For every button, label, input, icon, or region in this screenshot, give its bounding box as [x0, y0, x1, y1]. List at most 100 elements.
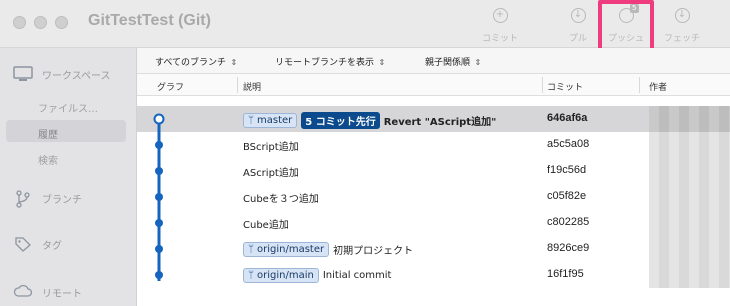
- close-window-button[interactable]: [13, 16, 26, 29]
- branch-filter-label: すべてのブランチ: [155, 58, 227, 68]
- graph-node: [155, 219, 163, 227]
- commit-hash: 8926ce9: [547, 242, 590, 254]
- order-dropdown[interactable]: 親子関係順 ⇕: [425, 55, 481, 68]
- commit-hash: c802285: [547, 216, 590, 228]
- window-controls: [13, 16, 68, 29]
- author-avatar-blurred: [649, 158, 730, 184]
- sidebar-branches[interactable]: ブランチ: [12, 190, 82, 208]
- push-highlight-box: [598, 0, 654, 52]
- commit-description: ᛘ origin/master 初期プロジェクト: [243, 242, 413, 257]
- author-avatar-blurred: [649, 132, 730, 158]
- commit-hash: a5c5a08: [547, 138, 590, 150]
- sidebar-workspace[interactable]: ワークスペース: [12, 66, 111, 82]
- filter-bar: すべてのブランチ ⇕ リモートブランチを表示 ⇕ 親子関係順 ⇕: [137, 48, 730, 74]
- commit-label: コミット: [481, 34, 518, 44]
- sidebar-item-history[interactable]: 履歴: [38, 126, 58, 141]
- workspace-label: ワークスペース: [42, 70, 111, 82]
- chevron-updown-icon: ⇕: [472, 58, 482, 67]
- commit-message: BScript追加: [243, 142, 299, 153]
- minimize-window-button[interactable]: [34, 16, 47, 29]
- commit-row[interactable]: ᛘ master 5 コミット先行 Revert "AScript追加" 646a…: [137, 106, 730, 132]
- branch-tag[interactable]: ᛘ master: [243, 113, 298, 128]
- sidebar-item-search[interactable]: 検索: [38, 152, 58, 167]
- branch-icon: ᛘ: [248, 115, 254, 126]
- fetch-label: フェッチ: [663, 34, 700, 44]
- branch-filter-dropdown[interactable]: すべてのブランチ ⇕: [155, 55, 237, 68]
- column-divider[interactable]: [542, 77, 543, 93]
- chevron-updown-icon: ⇕: [228, 58, 238, 67]
- column-divider[interactable]: [639, 77, 640, 93]
- commit-row[interactable]: ᛘ origin/main Initial commit 16f1f95: [137, 262, 730, 288]
- commit-description: ᛘ master 5 コミット先行 Revert "AScript追加": [243, 112, 496, 129]
- author-column-header[interactable]: 作者: [649, 80, 667, 93]
- author-avatar-blurred: [649, 106, 730, 132]
- remote-filter-dropdown[interactable]: リモートブランチを表示 ⇕: [275, 55, 385, 68]
- cloud-icon: [12, 284, 34, 300]
- branch-icon: ᛘ: [248, 244, 254, 255]
- sidebar-remotes[interactable]: リモート: [12, 284, 82, 300]
- author-avatar-blurred: [649, 210, 730, 236]
- commit-description: ᛘ origin/main Initial commit: [243, 268, 391, 283]
- commit-row[interactable]: Cubeを３つ追加 c05f82e: [137, 184, 730, 210]
- commit-description: Cube追加: [243, 216, 289, 231]
- commit-message: Revert "AScript追加": [383, 117, 497, 128]
- history-panel: すべてのブランチ ⇕ リモートブランチを表示 ⇕ 親子関係順 ⇕ グラフ 説明 …: [137, 48, 730, 306]
- branch-icon: [12, 190, 34, 208]
- branch-icon: ᛘ: [248, 270, 254, 281]
- author-avatar-blurred: [649, 262, 730, 288]
- commit-message: Cubeを３つ追加: [243, 194, 319, 205]
- author-avatar-blurred: [649, 184, 730, 210]
- commit-row[interactable]: Cube追加 c802285: [137, 210, 730, 236]
- commit-button[interactable]: + コミット: [470, 8, 530, 44]
- description-column-header[interactable]: 説明: [243, 80, 261, 93]
- commit-hash: c05f82e: [547, 190, 587, 202]
- fetch-button[interactable]: ↓ フェッチ: [652, 8, 712, 44]
- graph-node: [155, 141, 163, 149]
- branches-label: ブランチ: [42, 194, 82, 206]
- commit-description: Cubeを３つ追加: [243, 190, 319, 205]
- graph-node-head: [153, 113, 165, 125]
- remotes-label: リモート: [42, 288, 82, 300]
- title-bar: GitTestTest (Git) + コミット ↓ プル 5 プッシュ ↓ フ…: [0, 0, 730, 52]
- sidebar-selection-highlight: [6, 120, 126, 142]
- tag-icon: [12, 236, 34, 252]
- graph-column-header[interactable]: グラフ: [157, 80, 184, 93]
- sidebar-item-file-status[interactable]: ファイルス…: [38, 100, 98, 115]
- commit-message: AScript追加: [243, 168, 299, 179]
- branch-tag[interactable]: ᛘ origin/master: [243, 242, 330, 257]
- download-circle-icon: ↓: [674, 8, 690, 23]
- commit-hash: 16f1f95: [547, 268, 584, 280]
- commit-description: BScript追加: [243, 138, 299, 153]
- commit-row[interactable]: ᛘ origin/master 初期プロジェクト 8926ce9: [137, 236, 730, 262]
- commit-message: Cube追加: [243, 220, 289, 231]
- plus-circle-icon: +: [492, 8, 508, 23]
- window-title: GitTestTest (Git): [88, 12, 211, 29]
- column-divider[interactable]: [237, 77, 238, 93]
- graph-node: [155, 271, 163, 279]
- branch-name: origin/master: [257, 244, 325, 255]
- graph-node: [155, 193, 163, 201]
- sidebar: ワークスペース ファイルス… 履歴 検索 ブランチ タグ リモート: [0, 48, 137, 306]
- branch-name: master: [257, 115, 293, 126]
- tags-label: タグ: [42, 240, 62, 252]
- commit-hash: 646af6a: [547, 112, 588, 124]
- monitor-icon: [12, 66, 34, 82]
- commit-column-header[interactable]: コミット: [547, 80, 583, 93]
- chevron-updown-icon: ⇕: [376, 58, 386, 67]
- remote-filter-label: リモートブランチを表示: [275, 58, 375, 68]
- arrow-down-circle-icon: ↓: [570, 8, 586, 23]
- commit-message: Initial commit: [322, 270, 392, 281]
- author-avatar-blurred: [649, 236, 730, 262]
- commit-hash: f19c56d: [547, 164, 587, 176]
- graph-node: [155, 245, 163, 253]
- branch-name: origin/main: [257, 270, 314, 281]
- zoom-window-button[interactable]: [55, 16, 68, 29]
- branch-tag[interactable]: ᛘ origin/main: [243, 268, 319, 283]
- commit-row[interactable]: BScript追加 a5c5a08: [137, 132, 730, 158]
- sidebar-tags[interactable]: タグ: [12, 236, 62, 252]
- commit-message: 初期プロジェクト: [333, 246, 414, 257]
- commit-row[interactable]: AScript追加 f19c56d: [137, 158, 730, 184]
- commit-description: AScript追加: [243, 164, 299, 179]
- commit-graph: [153, 113, 165, 281]
- order-label: 親子関係順: [425, 58, 471, 68]
